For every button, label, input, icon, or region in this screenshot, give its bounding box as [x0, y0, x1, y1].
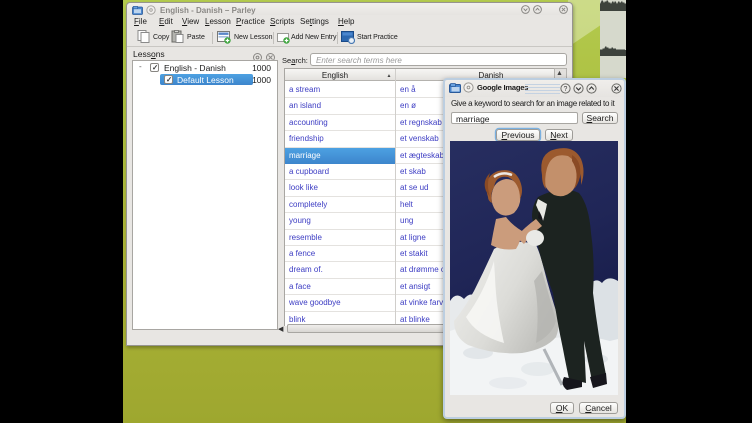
svg-text:?: ?	[564, 86, 568, 93]
